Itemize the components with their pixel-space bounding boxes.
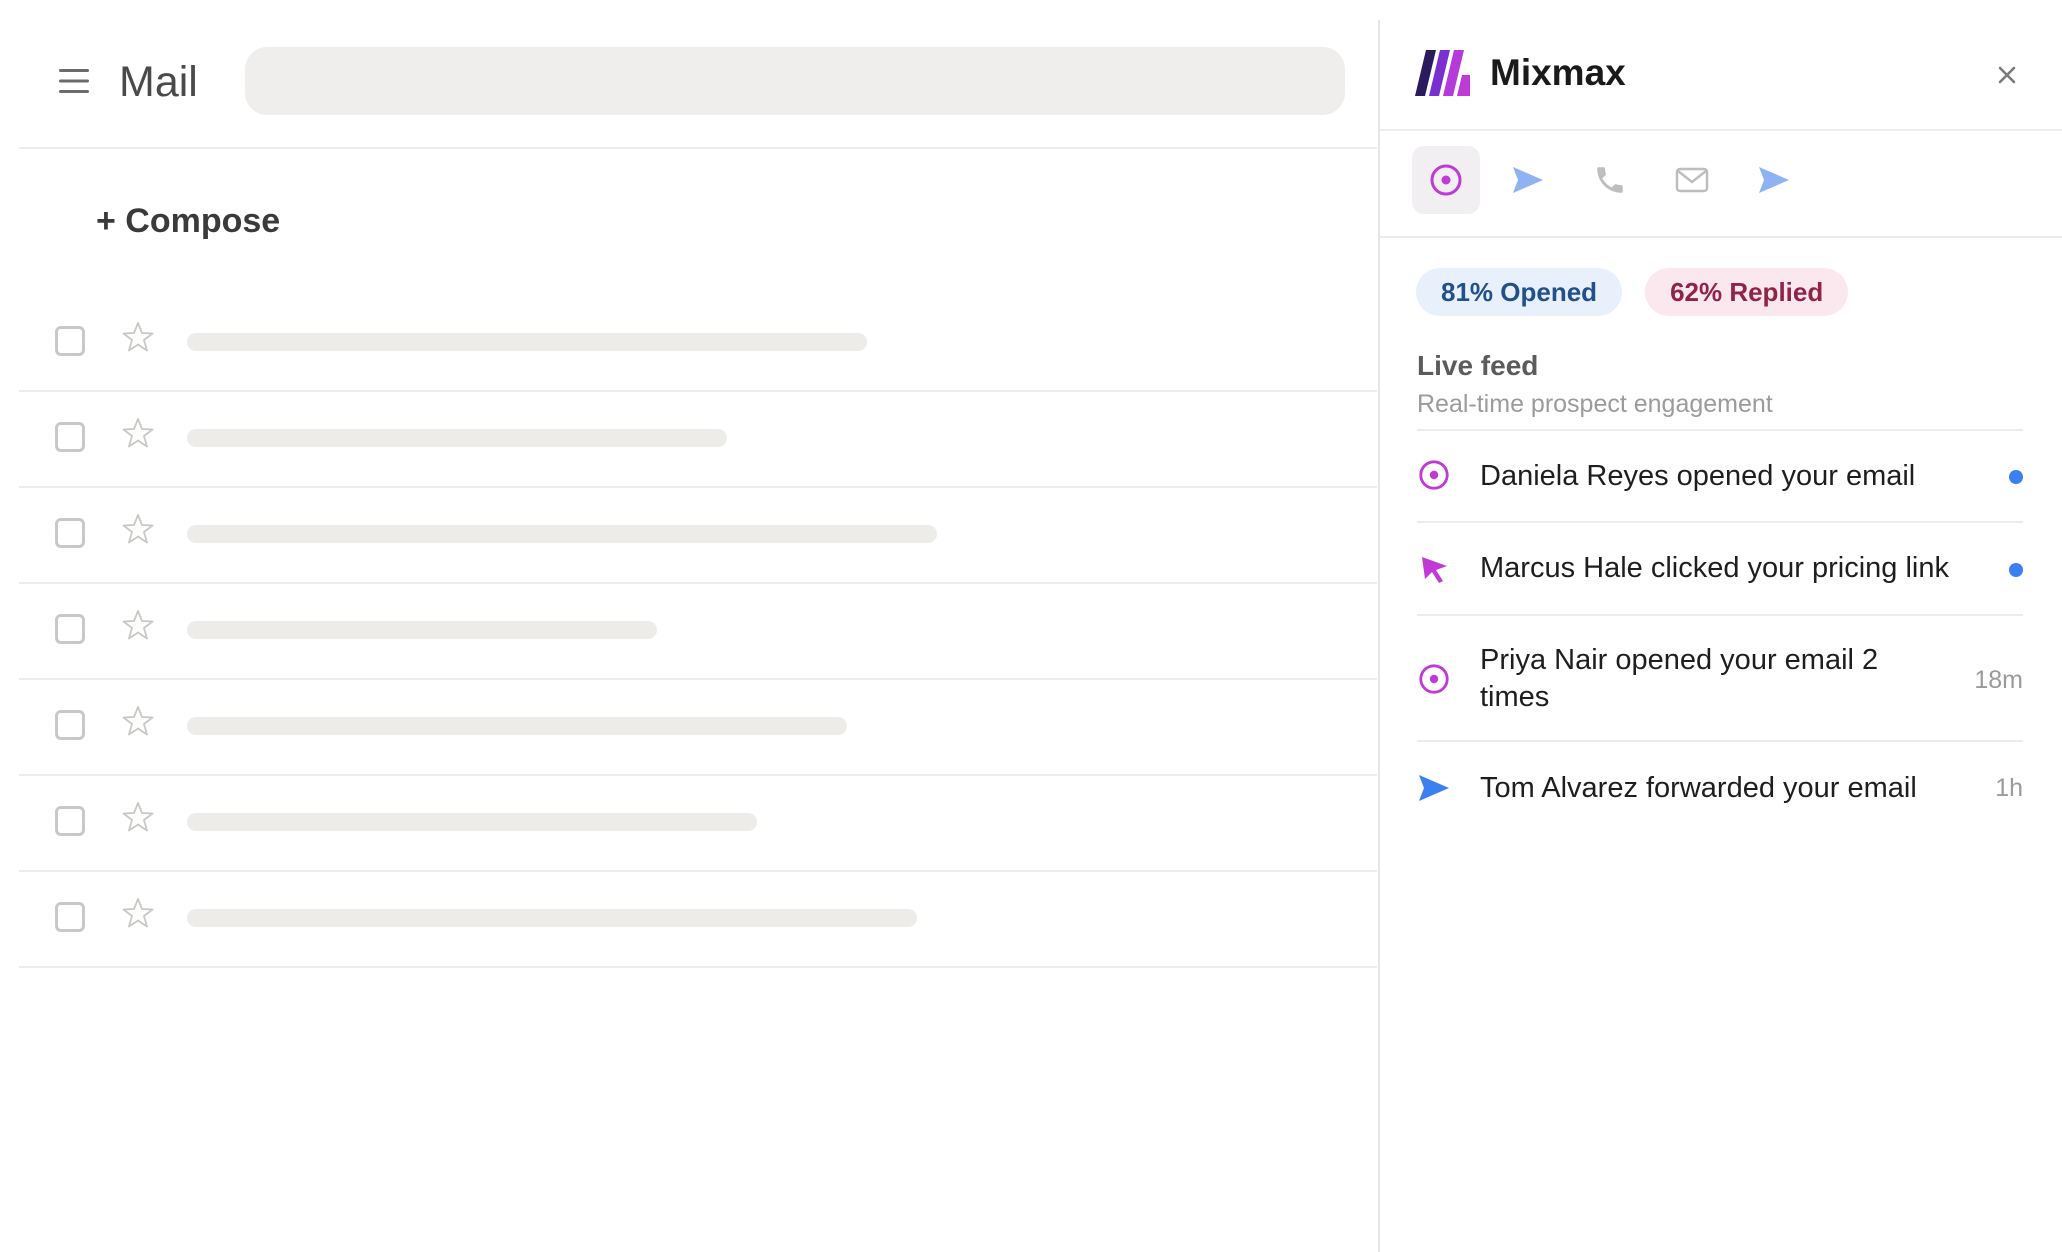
feed-item[interactable]: Daniela Reyes opened your email (1417, 431, 2023, 523)
message-row[interactable] (19, 872, 1377, 968)
row-checkbox[interactable] (55, 422, 85, 452)
message-placeholder (187, 813, 757, 831)
feed-item-text: Marcus Hale clicked your pricing link (1480, 552, 1949, 584)
star-icon[interactable] (121, 320, 155, 354)
phone-icon (1597, 167, 1623, 193)
search-input[interactable] (245, 47, 1345, 115)
star-icon[interactable] (121, 896, 155, 930)
mail-pane: Mail + Compose (19, 20, 1377, 1252)
mail-header: Mail (19, 20, 1377, 149)
unread-dot (2009, 563, 2023, 577)
message-list (19, 296, 1377, 968)
mail-icon (1675, 167, 1709, 193)
message-placeholder (187, 909, 917, 927)
message-row[interactable] (19, 776, 1377, 872)
cursor-click-icon (1422, 557, 1447, 583)
row-checkbox[interactable] (55, 710, 85, 740)
row-checkbox[interactable] (55, 806, 85, 836)
message-placeholder (187, 717, 847, 735)
tab-messages[interactable] (1658, 146, 1726, 214)
send-icon (1419, 775, 1449, 801)
replied-rate-badge: 62% Replied (1645, 268, 1849, 316)
feed-item-time: 1h (1995, 774, 2023, 802)
row-checkbox[interactable] (55, 518, 85, 548)
feed-item-text: Daniela Reyes opened your email (1480, 460, 1916, 492)
message-row[interactable] (19, 392, 1377, 488)
panel-header: Mixmax (1380, 20, 2062, 131)
send-icon (1759, 167, 1789, 193)
row-checkbox[interactable] (55, 614, 85, 644)
feed-item[interactable]: Marcus Hale clicked your pricing link (1417, 523, 2023, 616)
star-icon[interactable] (121, 608, 155, 642)
target-icon (1430, 164, 1462, 196)
message-placeholder (187, 333, 867, 351)
tab-sequences[interactable] (1494, 146, 1562, 214)
tab-send[interactable] (1740, 146, 1808, 214)
star-icon[interactable] (121, 416, 155, 450)
feed-title: Live feed (1417, 350, 1539, 381)
message-row[interactable] (19, 296, 1377, 392)
stats-pills: 81% Opened 62% Replied (1416, 268, 1849, 316)
feed-subtitle: Real-time prospect engagement (1417, 390, 1773, 418)
mixmax-logo-icon (1415, 50, 1470, 96)
mixmax-panel: Mixmax 81% Opened 62% Replied Live feed … (1378, 20, 2062, 1252)
row-checkbox[interactable] (55, 326, 85, 356)
message-row[interactable] (19, 680, 1377, 776)
message-placeholder (187, 525, 937, 543)
close-icon[interactable] (1992, 60, 2022, 90)
page-title: Mail (119, 58, 198, 106)
star-icon[interactable] (121, 800, 155, 834)
message-row[interactable] (19, 584, 1377, 680)
message-row[interactable] (19, 488, 1377, 584)
target-icon (1419, 460, 1449, 490)
tab-opens[interactable] (1412, 146, 1480, 214)
feed-item[interactable]: Priya Nair opened your email 2 times 18m (1417, 616, 2023, 742)
feed-item-time: 18m (1974, 666, 2023, 694)
feed-item[interactable]: Tom Alvarez forwarded your email 1h (1417, 742, 2023, 834)
tab-calls[interactable] (1576, 146, 1644, 214)
star-icon[interactable] (121, 704, 155, 738)
row-checkbox[interactable] (55, 902, 85, 932)
send-icon (1513, 167, 1543, 193)
live-feed-list: Daniela Reyes opened your email Marcus H… (1417, 429, 2023, 834)
panel-toolbar (1380, 131, 2062, 238)
unread-dot (2009, 470, 2023, 484)
feed-item-text: Tom Alvarez forwarded your email (1480, 772, 1917, 804)
star-icon[interactable] (121, 512, 155, 546)
menu-icon[interactable] (57, 64, 91, 98)
feed-item-text: Priya Nair opened your email 2 times (1480, 644, 1879, 713)
target-icon (1419, 664, 1449, 694)
opened-rate-badge: 81% Opened (1416, 268, 1623, 316)
message-placeholder (187, 429, 727, 447)
compose-button[interactable]: + Compose (96, 200, 280, 242)
brand-name: Mixmax (1490, 52, 1626, 93)
message-placeholder (187, 621, 657, 639)
